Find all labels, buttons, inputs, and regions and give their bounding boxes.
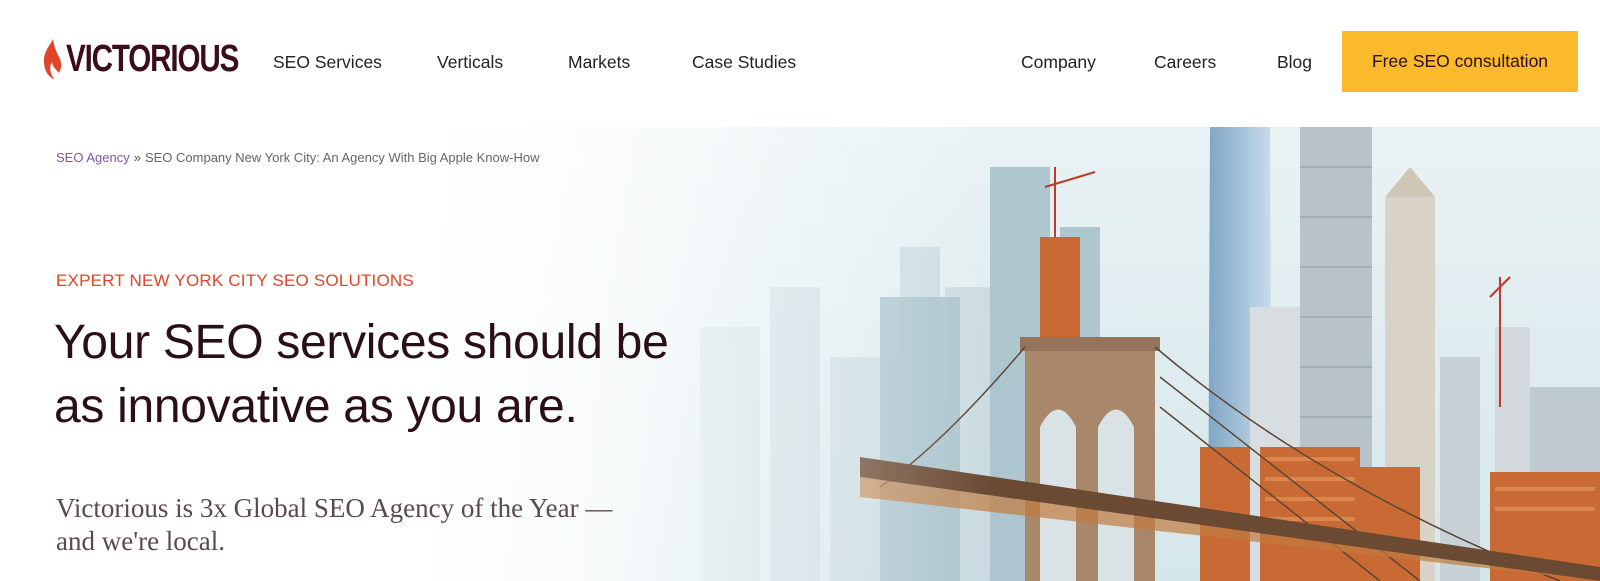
site-header: VICTORIOUS SEO Services Verticals Market… <box>0 0 1600 127</box>
nav-verticals[interactable]: Verticals <box>437 50 503 74</box>
flame-logo-icon <box>44 39 62 79</box>
headline-line-2: as innovative as you are. <box>54 380 578 433</box>
hero-eyebrow: EXPERT NEW YORK CITY SEO SOLUTIONS <box>56 271 414 290</box>
breadcrumb-seo-agency-link[interactable]: SEO Agency <box>56 150 130 165</box>
nav-blog[interactable]: Blog <box>1277 50 1312 74</box>
nav-case-studies[interactable]: Case Studies <box>692 50 796 74</box>
breadcrumb-separator: » <box>133 150 141 165</box>
hero-subhead: Victorious is 3x Global SEO Agency of th… <box>56 492 696 558</box>
logo-wordmark: VICTORIOUS <box>66 38 239 80</box>
nav-careers[interactable]: Careers <box>1154 50 1216 74</box>
hero-headline: Your SEO services should be as innovativ… <box>54 311 754 439</box>
breadcrumb: SEO Agency» SEO Company New York City: An… <box>56 150 539 165</box>
subhead-line-1: Victorious is 3x Global SEO Agency of th… <box>56 493 613 523</box>
headline-line-1: Your SEO services should be <box>54 316 669 369</box>
subhead-line-2: and we're local. <box>56 526 226 556</box>
nav-company[interactable]: Company <box>1021 50 1096 74</box>
nav-seo-services[interactable]: SEO Services <box>273 50 382 74</box>
victorious-logo[interactable]: VICTORIOUS <box>40 36 287 82</box>
nav-markets[interactable]: Markets <box>568 50 630 74</box>
free-seo-consultation-button[interactable]: Free SEO consultation <box>1342 31 1578 92</box>
breadcrumb-current: SEO Company New York City: An Agency Wit… <box>144 150 540 165</box>
